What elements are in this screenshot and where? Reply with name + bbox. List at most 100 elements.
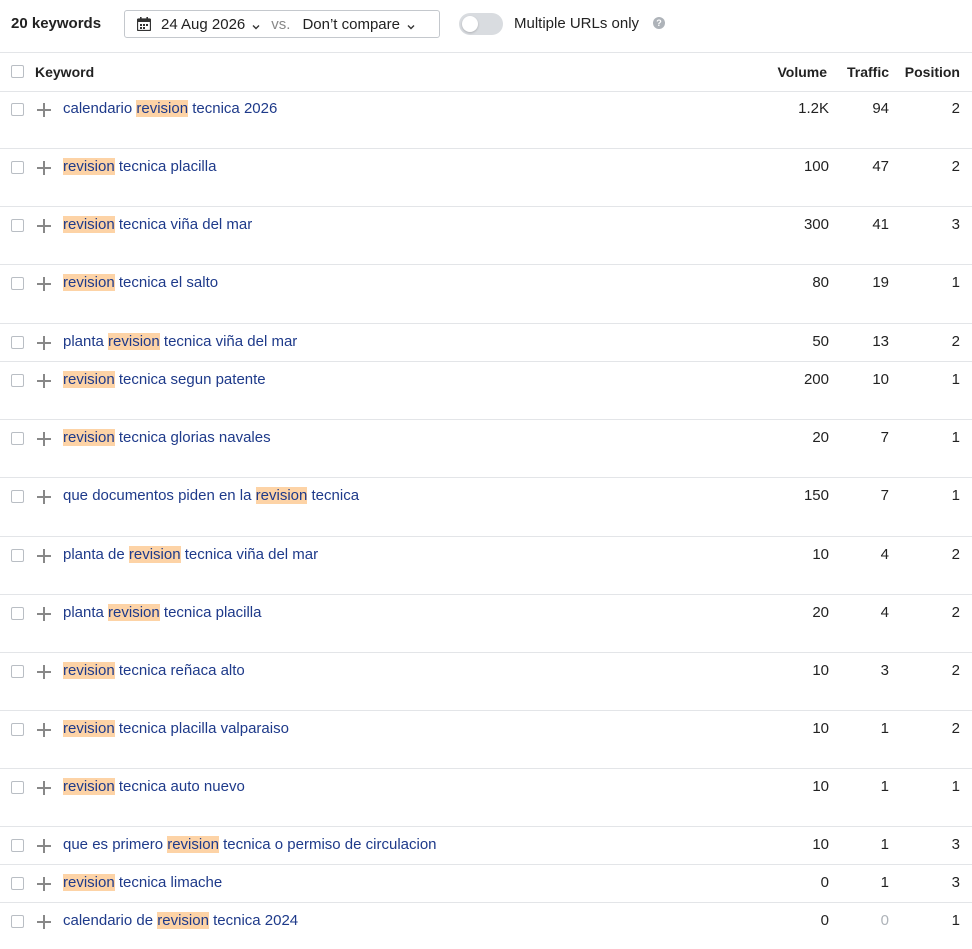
chevron-down-icon: [251, 19, 261, 30]
date-compare-picker[interactable]: 24 Aug 2026 vs. Don’t compare: [124, 10, 440, 38]
add-keyword-icon[interactable]: [37, 103, 51, 117]
keyword-text-post: tecnica viña del mar: [114, 216, 253, 233]
volume-value: 300: [803, 216, 829, 233]
keyword-link[interactable]: revision tecnica segun patente: [63, 371, 266, 388]
help-icon[interactable]: ?: [653, 17, 665, 29]
compare-label: Don’t compare: [302, 15, 400, 33]
row-checkbox[interactable]: [11, 877, 24, 890]
keyword-link[interactable]: planta revision tecnica viña del mar: [63, 333, 297, 350]
keyword-link[interactable]: planta de revision tecnica viña del mar: [63, 546, 318, 563]
traffic-value: 7: [880, 429, 889, 446]
keyword-highlight: revision: [108, 333, 160, 350]
keyword-link[interactable]: revision tecnica el salto: [63, 274, 218, 291]
add-keyword-icon[interactable]: [37, 432, 51, 446]
row-checkbox[interactable]: [11, 336, 24, 349]
row-checkbox[interactable]: [11, 915, 24, 928]
add-keyword-icon[interactable]: [37, 336, 51, 350]
add-keyword-icon[interactable]: [37, 723, 51, 737]
add-keyword-icon[interactable]: [37, 549, 51, 563]
row-checkbox[interactable]: [11, 665, 24, 678]
keyword-highlight: revision: [136, 100, 189, 117]
volume-value: 20: [812, 429, 829, 446]
add-keyword-icon[interactable]: [37, 915, 51, 929]
traffic-value: 1: [880, 720, 889, 737]
row-checkbox[interactable]: [11, 219, 24, 232]
keyword-text-post: tecnica viña del mar: [159, 333, 298, 350]
keyword-link[interactable]: planta revision tecnica placilla: [63, 604, 261, 621]
position-column-header[interactable]: Position: [905, 64, 960, 80]
keyword-highlight: revision: [63, 158, 115, 175]
keyword-text-post: tecnica viña del mar: [180, 546, 319, 563]
position-value: 1: [951, 778, 960, 795]
row-checkbox[interactable]: [11, 432, 24, 445]
table-row: revision tecnica placilla 100 47 2: [0, 149, 972, 207]
select-all-checkbox[interactable]: [11, 65, 24, 78]
traffic-value: 19: [872, 274, 889, 291]
keyword-link[interactable]: calendario revision tecnica 2026: [63, 100, 277, 117]
row-checkbox[interactable]: [11, 103, 24, 116]
row-checkbox[interactable]: [11, 277, 24, 290]
add-keyword-icon[interactable]: [37, 277, 51, 291]
vs-label: vs.: [271, 15, 291, 33]
keyword-link[interactable]: revision tecnica placilla valparaiso: [63, 720, 289, 737]
row-checkbox[interactable]: [11, 781, 24, 794]
row-checkbox[interactable]: [11, 607, 24, 620]
add-keyword-icon[interactable]: [37, 374, 51, 388]
volume-value: 10: [812, 720, 829, 737]
table-row: revision tecnica placilla valparaiso 10 1 2: [0, 711, 972, 769]
multiple-urls-toggle[interactable]: [459, 13, 503, 35]
date-label: 24 Aug 2026: [161, 15, 246, 33]
add-keyword-icon[interactable]: [37, 607, 51, 621]
position-value: 2: [951, 720, 960, 737]
add-keyword-icon[interactable]: [37, 877, 51, 891]
keyword-link[interactable]: que documentos piden en la revision tecn…: [63, 487, 359, 504]
volume-column-header[interactable]: Volume: [777, 64, 827, 80]
row-checkbox[interactable]: [11, 549, 24, 562]
keyword-column-header[interactable]: Keyword: [35, 64, 94, 80]
traffic-column-header[interactable]: Traffic: [847, 64, 889, 80]
table-header: Keyword Volume Traffic Position: [0, 53, 972, 92]
keyword-highlight: revision: [63, 274, 115, 291]
keyword-link[interactable]: revision tecnica reñaca alto: [63, 662, 245, 679]
keyword-text-pre: planta de: [63, 546, 129, 563]
row-checkbox[interactable]: [11, 839, 24, 852]
keyword-text-post: tecnica limache: [114, 874, 223, 891]
add-keyword-icon[interactable]: [37, 781, 51, 795]
position-value: 1: [951, 912, 960, 929]
row-checkbox[interactable]: [11, 161, 24, 174]
table-row: revision tecnica reñaca alto 10 3 2: [0, 653, 972, 711]
traffic-value: 3: [880, 662, 889, 679]
keyword-link[interactable]: que es primero revision tecnica o permis…: [63, 836, 437, 853]
add-keyword-icon[interactable]: [37, 665, 51, 679]
traffic-value: 4: [880, 604, 889, 621]
table-row: revision tecnica limache 0 1 3: [0, 865, 972, 903]
calendar-icon: [136, 17, 152, 32]
volume-value: 200: [803, 371, 829, 388]
row-checkbox[interactable]: [11, 723, 24, 736]
traffic-value: 1: [880, 778, 889, 795]
keyword-text-post: tecnica glorias navales: [114, 429, 271, 446]
keyword-text-post: tecnica: [307, 487, 360, 504]
keyword-link[interactable]: revision tecnica glorias navales: [63, 429, 271, 446]
position-value: 2: [951, 604, 960, 621]
keyword-text-pre: planta: [63, 333, 109, 350]
traffic-value: 13: [872, 333, 889, 350]
keyword-link[interactable]: revision tecnica placilla: [63, 158, 216, 175]
keyword-count: 20 keywords: [11, 15, 102, 32]
keyword-link[interactable]: revision tecnica auto nuevo: [63, 778, 245, 795]
add-keyword-icon[interactable]: [37, 839, 51, 853]
add-keyword-icon[interactable]: [37, 490, 51, 504]
add-keyword-icon[interactable]: [37, 161, 51, 175]
position-value: 2: [951, 546, 960, 563]
keyword-link[interactable]: revision tecnica viña del mar: [63, 216, 252, 233]
row-checkbox[interactable]: [11, 490, 24, 503]
row-checkbox[interactable]: [11, 374, 24, 387]
add-keyword-icon[interactable]: [37, 219, 51, 233]
keyword-link[interactable]: revision tecnica limache: [63, 874, 222, 891]
volume-value: 100: [803, 158, 829, 175]
keyword-highlight: revision: [108, 604, 160, 621]
table-row: revision tecnica el salto 80 19 1: [0, 265, 972, 324]
table-row: revision tecnica auto nuevo 10 1 1: [0, 769, 972, 827]
table-row: que es primero revision tecnica o permis…: [0, 827, 972, 865]
keyword-link[interactable]: calendario de revision tecnica 2024: [63, 912, 298, 929]
